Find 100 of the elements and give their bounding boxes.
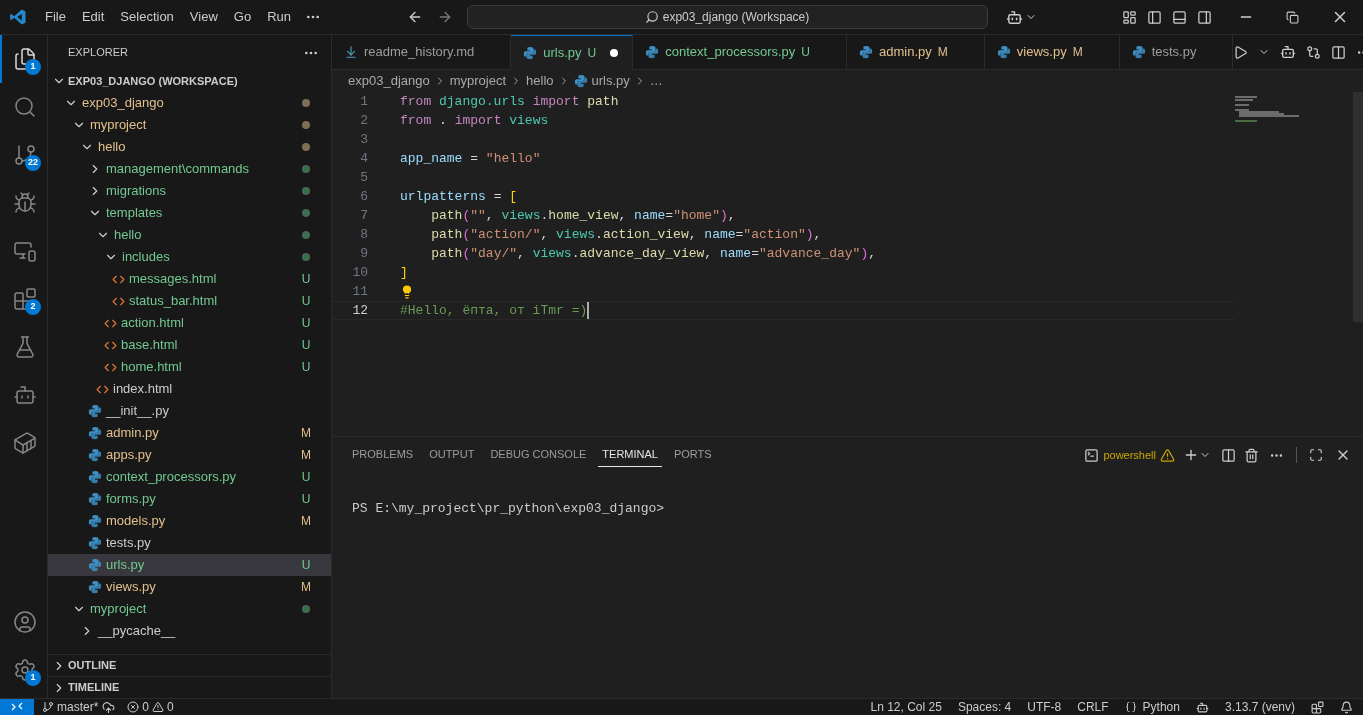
remote-icon bbox=[11, 702, 23, 712]
activity-button[interactable]: 1 bbox=[0, 646, 47, 694]
activity-button[interactable]: 2 bbox=[0, 275, 47, 323]
indentation[interactable]: Spaces: 4 bbox=[957, 698, 1012, 715]
menu-item[interactable]: Selection bbox=[112, 5, 182, 29]
count-badge: 1 bbox=[25, 59, 41, 75]
tree-item[interactable]: status_bar.html U bbox=[48, 290, 331, 312]
file-name: action.html bbox=[121, 314, 185, 333]
terminal-icon bbox=[1084, 447, 1100, 463]
tree-item[interactable]: __init__.py bbox=[48, 400, 331, 422]
tree-item[interactable]: myproject bbox=[48, 598, 331, 620]
lightbulb-icon[interactable] bbox=[400, 284, 414, 299]
tree-item[interactable]: migrations bbox=[48, 180, 331, 202]
menu-item[interactable]: View bbox=[181, 5, 226, 29]
tree-item[interactable]: messages.html U bbox=[48, 268, 331, 290]
tree-item[interactable]: index.html bbox=[48, 378, 331, 400]
editor-tab[interactable]: urls.py U bbox=[511, 35, 634, 70]
breadcrumb[interactable]: … bbox=[649, 71, 663, 91]
workspace-name: exp03_django (Workspace) bbox=[662, 9, 810, 26]
secondary-sidebar-icon[interactable] bbox=[1197, 9, 1212, 25]
robot-icon[interactable] bbox=[1005, 8, 1023, 26]
file-name: __pycache__ bbox=[98, 622, 177, 641]
compare-icon[interactable] bbox=[1306, 44, 1322, 60]
menu-item[interactable]: Go bbox=[225, 5, 260, 29]
file-name: includes bbox=[122, 248, 171, 267]
menu-item[interactable]: File bbox=[37, 5, 74, 29]
trash-icon[interactable] bbox=[1244, 447, 1259, 463]
restore-icon[interactable] bbox=[1286, 10, 1299, 24]
extension-icon[interactable] bbox=[1311, 700, 1324, 714]
tree-item[interactable]: base.html U bbox=[48, 334, 331, 356]
editor-tab[interactable]: admin.py M bbox=[847, 35, 985, 70]
tree-item[interactable]: hello bbox=[48, 224, 331, 246]
section-header[interactable]: OUTLINE bbox=[48, 654, 331, 676]
panel-tab[interactable]: TERMINAL bbox=[598, 443, 662, 467]
workspace-header[interactable]: EXP03_DJANGO (WORKSPACE) bbox=[48, 70, 331, 92]
tree-item[interactable]: models.py M bbox=[48, 510, 331, 532]
line-number: 4 bbox=[359, 149, 368, 168]
tree-item[interactable]: exp03_django bbox=[48, 92, 331, 114]
tree-item[interactable]: forms.py U bbox=[48, 488, 331, 510]
panel-tab[interactable]: OUTPUT bbox=[425, 443, 479, 467]
line-ending[interactable]: CRLF bbox=[1077, 698, 1109, 715]
panel-tab[interactable]: DEBUG CONSOLE bbox=[486, 443, 591, 467]
command-center-search[interactable]: exp03_django (Workspace) bbox=[466, 5, 988, 29]
panel-tab[interactable]: PROBLEMS bbox=[348, 443, 418, 467]
breadcrumb[interactable]: hello bbox=[526, 71, 554, 91]
robot-icon[interactable] bbox=[1280, 44, 1297, 60]
robot-icon[interactable] bbox=[1195, 700, 1209, 714]
remote-button[interactable] bbox=[0, 699, 34, 715]
tree-item[interactable]: templates bbox=[48, 202, 331, 224]
breadcrumb[interactable]: exp03_django bbox=[348, 71, 430, 91]
menu-item[interactable]: Run bbox=[259, 5, 299, 29]
editor-tab[interactable]: context_processors.py U bbox=[633, 35, 848, 70]
download-arrow-icon bbox=[344, 45, 358, 59]
file-name: hello bbox=[98, 138, 127, 157]
terminal-name[interactable]: powershell bbox=[1103, 446, 1156, 464]
breadcrumb[interactable]: urls.py bbox=[591, 71, 630, 91]
cloud-upload-icon[interactable] bbox=[102, 700, 116, 714]
tree-item[interactable]: admin.py M bbox=[48, 422, 331, 444]
git-status-letter: M bbox=[301, 579, 311, 596]
tree-item[interactable]: context_processors.py U bbox=[48, 466, 331, 488]
editor-tab[interactable]: tests.py bbox=[1119, 35, 1234, 70]
bell-icon[interactable] bbox=[1340, 700, 1353, 714]
maximize-icon[interactable] bbox=[1309, 448, 1323, 462]
file-name: home.html bbox=[121, 358, 183, 377]
language-mode[interactable]: Python bbox=[1124, 698, 1180, 715]
line-number: 9 bbox=[359, 244, 368, 263]
tree-item[interactable]: includes bbox=[48, 246, 331, 268]
tree-item[interactable]: hello bbox=[48, 136, 331, 158]
breadcrumb[interactable]: myproject bbox=[449, 71, 507, 91]
cursor-position[interactable]: Ln 12, Col 25 bbox=[870, 698, 942, 715]
panel-tab[interactable]: PORTS bbox=[669, 443, 716, 467]
sidebar-toggle-icon[interactable] bbox=[1147, 9, 1162, 25]
tree-item[interactable]: myproject bbox=[48, 114, 331, 136]
code-line: from django.urls import path bbox=[400, 92, 619, 111]
activity-button[interactable]: 22 bbox=[0, 131, 47, 179]
tree-item[interactable]: home.html U bbox=[48, 356, 331, 378]
branch-button[interactable]: master* bbox=[42, 698, 99, 715]
layout-icon[interactable] bbox=[1122, 9, 1137, 25]
menu-item[interactable]: Edit bbox=[73, 5, 113, 29]
python-interpreter[interactable]: 3.13.7 (venv) bbox=[1224, 698, 1295, 715]
tree-item[interactable]: views.py M bbox=[48, 576, 331, 598]
code-line: ] bbox=[400, 263, 408, 282]
run-icon[interactable] bbox=[1233, 44, 1249, 60]
tree-item[interactable]: __pycache__ bbox=[48, 620, 331, 642]
tree-item[interactable]: tests.py bbox=[48, 532, 331, 554]
add-icon[interactable] bbox=[1183, 447, 1199, 463]
editor-tab[interactable]: views.py M bbox=[984, 35, 1120, 70]
branch-icon bbox=[42, 701, 54, 713]
tree-item[interactable]: action.html U bbox=[48, 312, 331, 334]
split-editor-icon[interactable] bbox=[1331, 44, 1347, 60]
count-badge: 1 bbox=[25, 670, 41, 686]
tree-item[interactable]: apps.py M bbox=[48, 444, 331, 466]
encoding[interactable]: UTF-8 bbox=[1027, 698, 1062, 715]
panel-toggle-icon[interactable] bbox=[1172, 9, 1187, 25]
tree-item[interactable]: management\commands bbox=[48, 158, 331, 180]
explorer-icon bbox=[12, 47, 37, 71]
code-line: #Hello, ёпта, от iTmr =) bbox=[400, 301, 588, 320]
split-terminal-icon[interactable] bbox=[1221, 447, 1236, 463]
problems-button[interactable]: 0 0 bbox=[127, 698, 174, 715]
tree-item[interactable]: urls.py U bbox=[48, 554, 331, 576]
